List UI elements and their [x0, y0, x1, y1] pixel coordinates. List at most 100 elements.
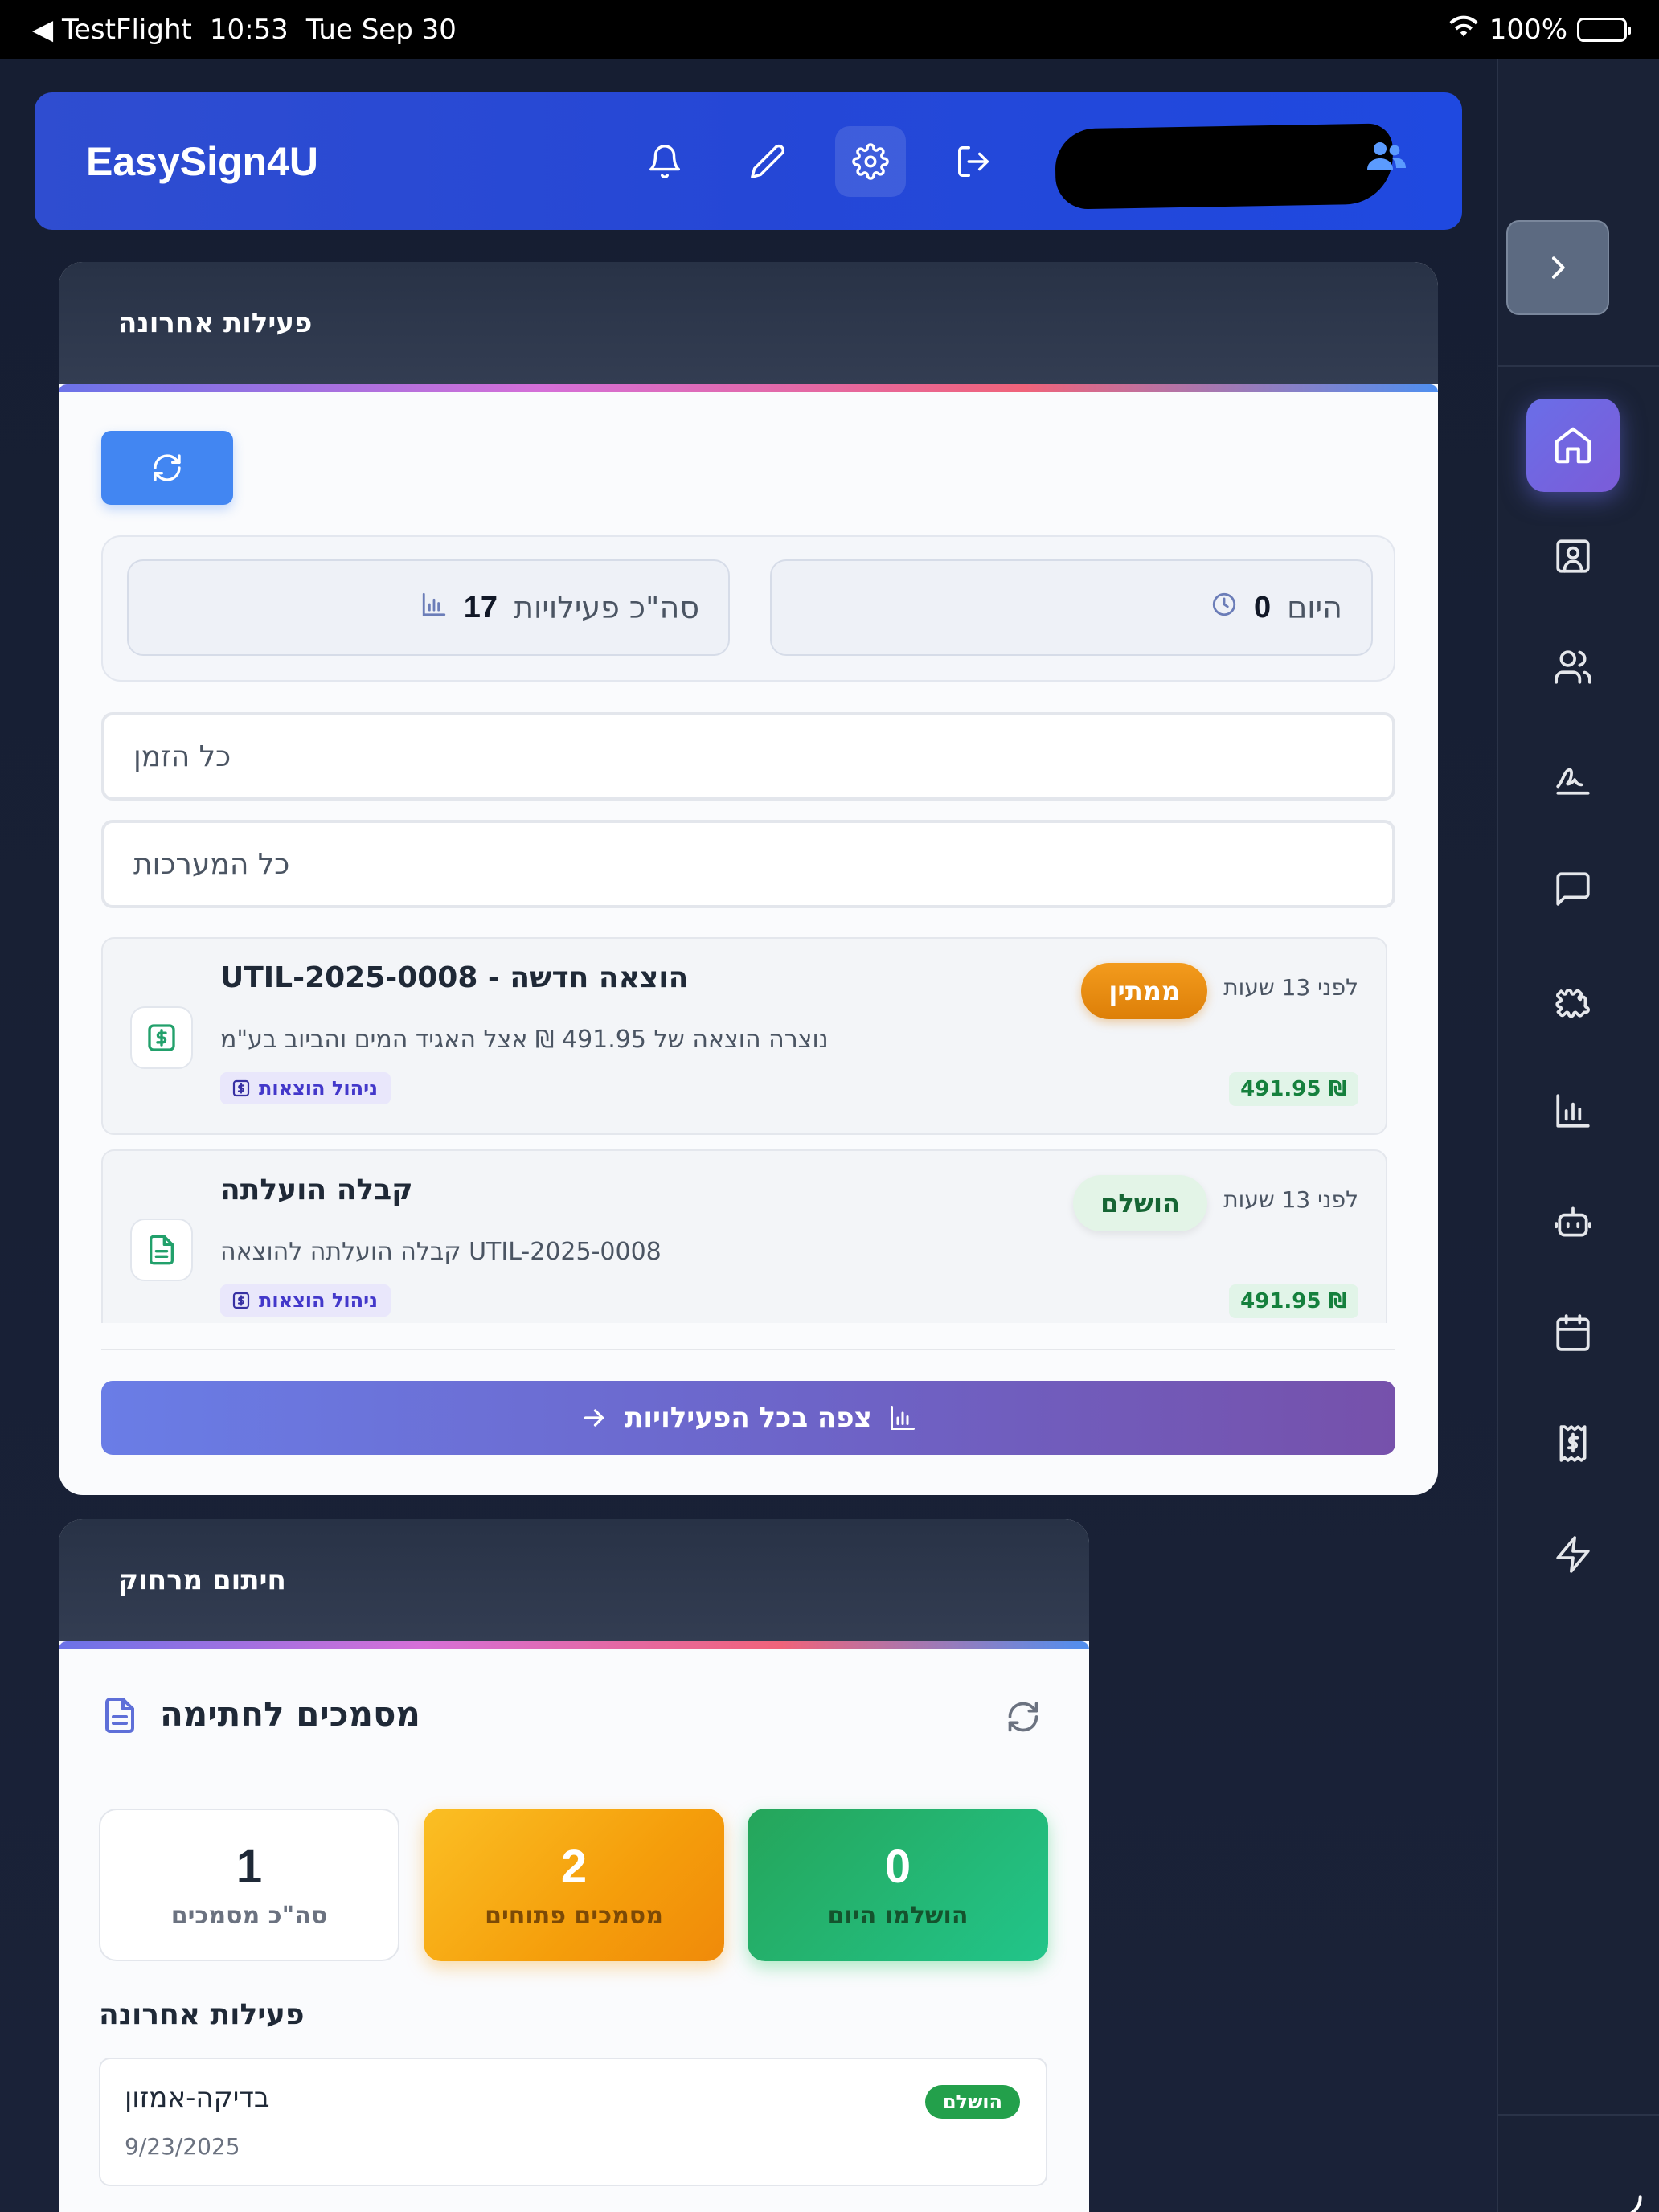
activity-description: קבלה הועלתה להוצאה UTIL-2025-0008	[220, 1238, 662, 1266]
activity-amount: 491.95 ₪	[1229, 1072, 1358, 1106]
document-icon	[130, 1219, 193, 1281]
calendar-icon	[1556, 1314, 1590, 1351]
activity-item[interactable]: UTIL-2025-0008 - הוצאה חדשה נוצרה הוצאה …	[101, 937, 1387, 1135]
recent-activity-subtitle: פעילות אחרונה	[99, 1998, 305, 2031]
document-icon	[100, 1694, 139, 1739]
puzzle-icon	[1555, 989, 1590, 1018]
sidebar-item-signature[interactable]	[1526, 731, 1620, 825]
stat-open-documents[interactable]: 2 מסמכים פתוחים	[424, 1809, 724, 1961]
battery-icon	[1577, 18, 1631, 42]
sidebar-item-bot[interactable]	[1526, 1175, 1620, 1268]
bar-chart-icon	[420, 590, 448, 625]
system-filter-value: כל המערכות	[133, 847, 290, 881]
sidebar-item-users[interactable]	[1526, 621, 1620, 714]
tag-label: ניהול הוצאות	[259, 1077, 379, 1100]
resize-handle-icon	[1619, 2186, 1651, 2212]
stat-label: הושלמו היום	[827, 1902, 969, 1930]
documents-to-sign-title: מסמכים לחתימה	[160, 1694, 420, 1734]
home-icon	[1555, 427, 1591, 464]
system-filter-select[interactable]: כל המערכות	[101, 820, 1395, 908]
tag-label: ניהול הוצאות	[259, 1289, 379, 1312]
recent-activity-card: פעילות אחרונה סה"כ פעילויות 17 היום 0 כל…	[59, 262, 1438, 1495]
lightning-icon	[1556, 1536, 1590, 1573]
status-badge: ממתין	[1081, 963, 1207, 1019]
bar-chart-icon	[890, 1406, 915, 1430]
robot-icon	[1555, 1206, 1591, 1237]
sidebar	[1497, 59, 1659, 2212]
signature-icon	[1556, 768, 1590, 795]
card-header: חיתום מרחוק	[59, 1519, 1089, 1641]
stat-value: 2	[560, 1841, 588, 1893]
activity-stats: סה"כ פעילויות 17 היום 0	[101, 535, 1395, 682]
stat-total-activities: סה"כ פעילויות 17	[127, 559, 730, 656]
activity-time: לפני 13 שעות	[1223, 1186, 1358, 1213]
stat-completed-today[interactable]: 0 הושלמו היום	[748, 1809, 1048, 1961]
document-date: 9/23/2025	[125, 2133, 240, 2160]
sidebar-divider	[1498, 365, 1659, 367]
stat-label: מסמכים פתוחים	[485, 1902, 663, 1930]
sidebar-item-contacts[interactable]	[1526, 510, 1620, 603]
sidebar-toggle-button[interactable]	[1506, 220, 1609, 315]
card-header: פעילות אחרונה	[59, 262, 1438, 384]
card-title: חיתום מרחוק	[118, 1564, 286, 1596]
status-date: Tue Sep 30	[305, 14, 457, 46]
brand-title: EasySign4U	[86, 138, 319, 184]
stat-today: היום 0	[770, 559, 1373, 656]
battery-percent: 100%	[1489, 14, 1567, 46]
refresh-icon[interactable]	[1006, 1699, 1041, 1738]
activity-tag: ניהול הוצאות	[220, 1072, 391, 1104]
wifi-icon	[1448, 14, 1480, 46]
stat-value: 0	[884, 1841, 911, 1893]
sidebar-item-automations[interactable]	[1526, 1508, 1620, 1601]
dollar-square-icon	[232, 1079, 250, 1097]
bar-chart-icon	[1556, 1094, 1590, 1128]
stat-total-documents[interactable]: 1 סה"כ מסמכים	[99, 1809, 399, 1961]
arrow-right-icon	[584, 1409, 604, 1427]
users-icon	[1555, 650, 1591, 684]
time-filter-value: כל הזמן	[133, 739, 231, 773]
app-header: EasySign4U	[35, 92, 1462, 230]
logout-icon[interactable]	[938, 126, 1009, 197]
stat-value: 0	[1253, 590, 1272, 625]
bell-icon[interactable]	[629, 126, 700, 197]
redacted-username	[1055, 123, 1394, 210]
stat-value: 17	[463, 590, 498, 625]
stat-value: 1	[236, 1841, 263, 1893]
document-name: בדיקה-אמזון	[125, 2082, 270, 2114]
time-filter-select[interactable]: כל הזמן	[101, 712, 1395, 801]
card-accent-bar	[59, 1641, 1089, 1649]
sidebar-item-integrations[interactable]	[1526, 953, 1620, 1047]
back-to-testflight[interactable]: ◀ TestFlight	[32, 14, 192, 46]
sidebar-item-messages[interactable]	[1526, 842, 1620, 936]
activity-list: UTIL-2025-0008 - הוצאה חדשה נוצרה הוצאה …	[101, 937, 1387, 1323]
dollar-icon	[130, 1006, 193, 1069]
stat-label: היום	[1287, 590, 1342, 625]
sidebar-item-expenses[interactable]	[1526, 1397, 1620, 1490]
users-icon[interactable]	[1367, 141, 1406, 176]
card-accent-bar	[59, 384, 1438, 392]
activity-amount: 491.95 ₪	[1229, 1284, 1358, 1318]
gear-icon[interactable]	[835, 126, 906, 197]
list-item[interactable]: בדיקה-אמזון 9/23/2025 הושלם	[99, 2058, 1047, 2186]
status-bar: ◀ TestFlight 10:53 Tue Sep 30 100%	[0, 0, 1659, 59]
sidebar-item-reports[interactable]	[1526, 1064, 1620, 1157]
view-all-label: צפה בכל הפעילויות	[625, 1402, 872, 1434]
card-title: פעילות אחרונה	[118, 307, 313, 339]
stat-label: סה"כ פעילויות	[514, 590, 699, 625]
dollar-square-icon	[232, 1292, 250, 1309]
refresh-button[interactable]	[101, 431, 233, 505]
sidebar-item-home[interactable]	[1526, 399, 1620, 492]
activity-item[interactable]: קבלה הועלתה קבלה הועלתה להוצאה UTIL-2025…	[101, 1149, 1387, 1323]
contact-card-icon	[1556, 539, 1590, 573]
pen-icon[interactable]	[732, 126, 803, 197]
activity-title: UTIL-2025-0008 - הוצאה חדשה	[220, 961, 689, 994]
divider	[101, 1349, 1395, 1350]
refresh-icon	[154, 454, 181, 481]
view-all-activities-button[interactable]: צפה בכל הפעילויות	[101, 1381, 1395, 1455]
sidebar-divider	[1498, 2114, 1659, 2116]
activity-time: לפני 13 שעות	[1223, 974, 1358, 1001]
receipt-icon	[1559, 1425, 1587, 1462]
status-badge: הושלם	[924, 2085, 1020, 2119]
activity-description: נוצרה הוצאה של 491.95 ₪ אצל האגיד המים ו…	[220, 1026, 829, 1054]
sidebar-item-calendar[interactable]	[1526, 1286, 1620, 1379]
